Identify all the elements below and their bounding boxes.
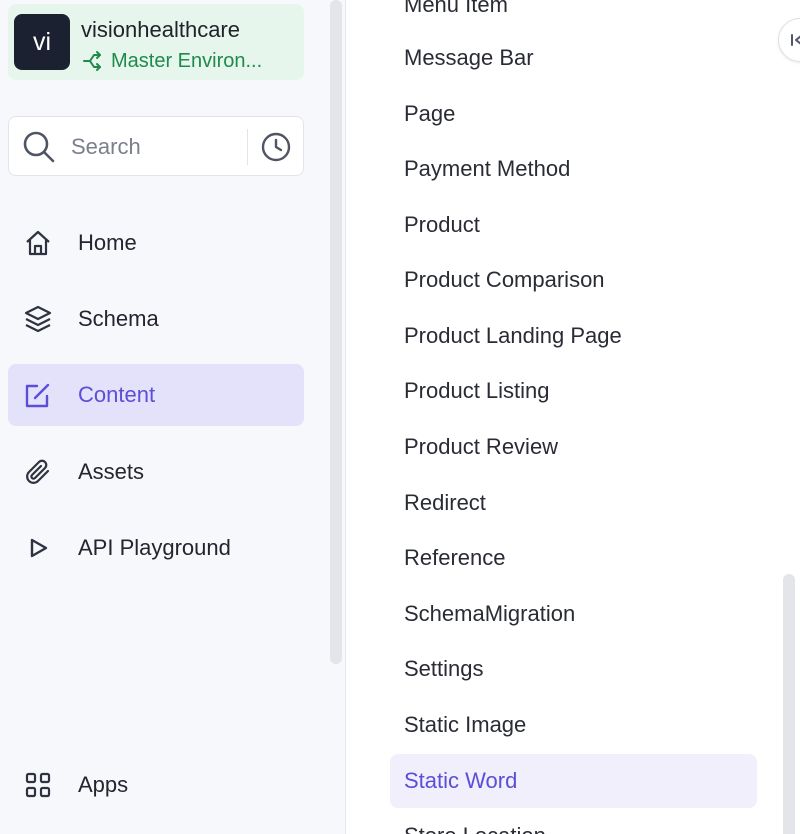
paperclip-icon [22,456,54,488]
history-icon[interactable] [260,131,292,163]
collapse-left-icon [791,34,800,46]
project-switcher[interactable]: vi visionhealthcare Master Environ... [8,4,304,80]
model-item-schemamigration[interactable]: SchemaMigration [390,587,757,641]
model-item-store-location[interactable]: Store Location [390,809,757,834]
model-item-product-listing[interactable]: Product Listing [390,364,757,418]
content-model-list: Menu Item Message Bar Page Payment Metho… [347,0,800,834]
model-item-static-image[interactable]: Static Image [390,698,757,752]
nav-item-label: Content [78,382,156,407]
nav-item-home[interactable]: Home [8,212,304,274]
nav-item-api-playground[interactable]: API Playground [8,517,304,579]
search-box [8,116,304,176]
environment-name: Master Environ... [111,49,263,72]
model-item-page[interactable]: Page [390,87,757,141]
nav-item-label: Apps [78,772,129,797]
play-icon [22,532,54,564]
search-icon [23,131,55,163]
edit-icon [22,379,54,411]
nav-item-label: Home [78,230,137,255]
nav-item-apps[interactable]: Apps [8,754,304,816]
nav-item-content[interactable]: Content [8,364,304,426]
list-scrollbar[interactable] [783,574,795,834]
model-item-product[interactable]: Product [390,198,757,252]
search-divider [247,129,248,165]
nav-item-schema[interactable]: Schema [8,288,304,350]
model-item-product-landing-page[interactable]: Product Landing Page [390,309,757,363]
model-item-message-bar[interactable]: Message Bar [390,31,757,85]
nav-item-label: Schema [78,306,159,331]
sidebar: vi visionhealthcare Master Environ... Se… [0,0,346,834]
model-item-redirect[interactable]: Redirect [390,476,757,530]
nav-item-label: API Playground [78,535,231,560]
environment-label: Master Environ... [81,49,262,73]
apps-grid-icon [22,769,54,801]
model-item-product-comparison[interactable]: Product Comparison [390,253,757,307]
model-item-payment-method[interactable]: Payment Method [390,142,757,196]
nav-item-label: Assets [78,459,145,484]
layers-icon [22,303,54,335]
model-item-settings[interactable]: Settings [390,642,757,696]
search-input[interactable] [71,129,241,165]
branch-icon [83,51,101,71]
project-avatar: vi [14,14,70,70]
home-icon [22,227,54,259]
model-item-menu-item[interactable]: Menu Item [390,0,757,32]
model-item-reference[interactable]: Reference [390,531,757,585]
nav-item-assets[interactable]: Assets [8,441,304,503]
sidebar-scrollbar[interactable] [330,0,342,664]
project-name: visionhealthcare [81,17,240,42]
model-item-product-review[interactable]: Product Review [390,420,757,474]
model-item-static-word[interactable]: Static Word [390,754,757,808]
